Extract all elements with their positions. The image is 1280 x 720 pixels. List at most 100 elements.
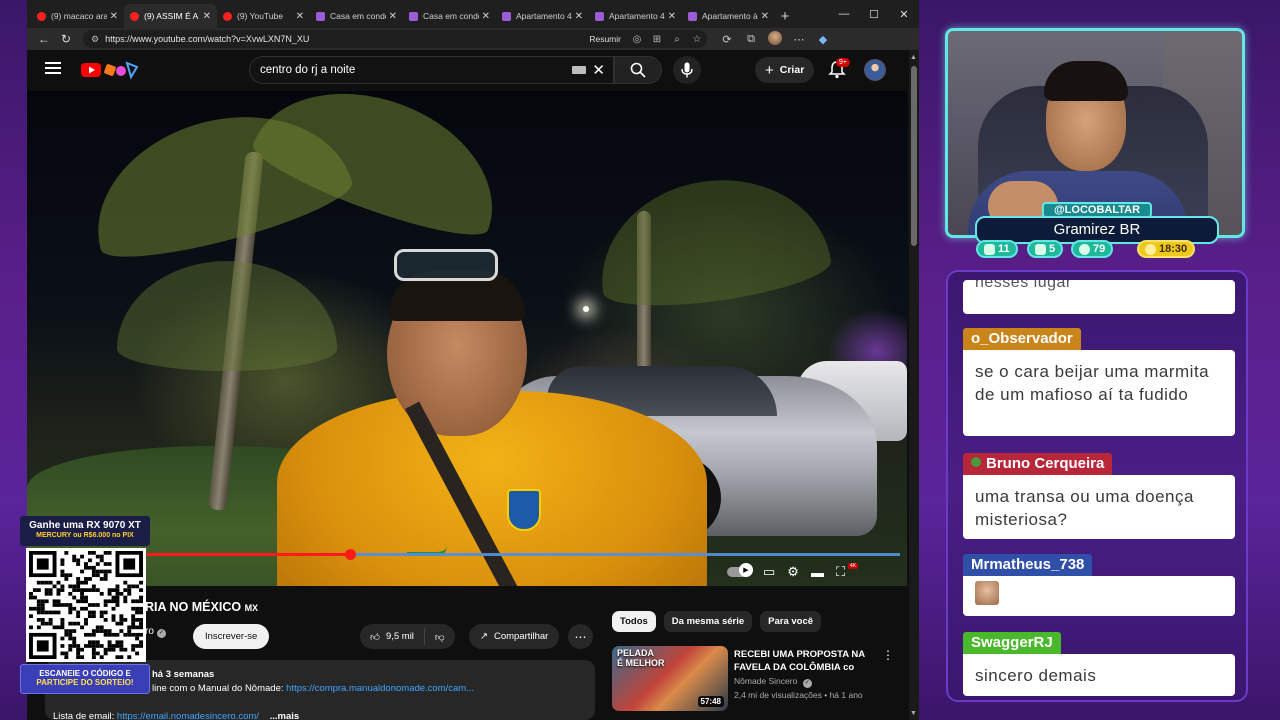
clear-search-icon[interactable]: ✕ xyxy=(592,61,605,79)
show-more-link[interactable]: ...mais xyxy=(270,711,300,720)
browser-tab[interactable]: (9) macaco aran✕ xyxy=(31,4,124,28)
tab-title: Apartamento 4 xyxy=(516,11,572,21)
description-link[interactable]: https://email.nomadesincero.com/ xyxy=(117,711,259,720)
tab-title: (9) macaco aran xyxy=(51,11,107,21)
autoplay-toggle[interactable] xyxy=(727,563,753,577)
browser-tab[interactable]: Casa em condo ✕ xyxy=(310,4,403,28)
favorite-star-icon[interactable]: ☆ xyxy=(687,34,707,45)
create-label: Criar xyxy=(779,64,805,76)
video-duration: 57:48 xyxy=(697,696,724,707)
close-tab-icon[interactable]: ✕ xyxy=(668,11,676,22)
browser-tab[interactable]: Casa em condo ✕ xyxy=(403,4,496,28)
zoom-icon[interactable]: ⌕ xyxy=(667,34,687,45)
close-tab-icon[interactable]: ✕ xyxy=(203,11,211,22)
description-link[interactable]: https://compra.manualdonomade.com/cam... xyxy=(286,683,474,694)
voice-search-button[interactable] xyxy=(673,56,701,84)
video-scene-sunglasses xyxy=(394,249,498,281)
thumbs-down-icon: 👎︎ xyxy=(434,631,445,643)
subscribe-button[interactable]: Inscrever-se xyxy=(193,624,270,649)
tab-title: (9) ASSIM É A PI xyxy=(144,11,200,21)
scroll-up-icon[interactable]: ▲ xyxy=(910,54,917,61)
reload-button[interactable]: ↻ xyxy=(55,29,77,49)
scrubber-handle[interactable] xyxy=(345,549,356,560)
theater-mode-icon[interactable]: ▬ xyxy=(811,565,824,580)
chat-username: o_Observador xyxy=(963,328,1081,350)
refresh-extension-icon[interactable]: ⟳ xyxy=(715,33,739,46)
filter-chip[interactable]: Da mesma série xyxy=(663,611,753,632)
back-button[interactable]: ← xyxy=(33,29,55,49)
thumbnail-text: PELADA É MELHOR xyxy=(617,648,665,668)
new-tab-button[interactable]: + xyxy=(775,4,795,28)
tab-strip: (9) macaco aran✕(9) ASSIM É A PI✕(9) You… xyxy=(27,0,919,28)
url-text: https://www.youtube.com/watch?v=XvwLXN7N… xyxy=(105,34,310,44)
browser-tab[interactable]: Apartamento 4 ✕ xyxy=(496,4,589,28)
tabs: (9) macaco aran✕(9) ASSIM É A PI✕(9) You… xyxy=(31,4,775,28)
copilot-icon[interactable]: ◆ xyxy=(811,33,835,46)
close-tab-icon[interactable]: ✕ xyxy=(110,11,118,22)
fullscreen-icon[interactable]: ⛶ xyxy=(836,564,845,580)
chat-username: Bruno Cerqueira xyxy=(963,453,1113,475)
browser-tab[interactable]: (9) ASSIM É A PI✕ xyxy=(124,4,217,28)
badge-icon xyxy=(971,457,981,467)
close-tab-icon[interactable]: ✕ xyxy=(296,11,304,22)
close-tab-icon[interactable]: ✕ xyxy=(389,11,397,22)
browser-tab[interactable]: Apartamento à ✕ xyxy=(682,4,775,28)
close-tab-icon[interactable]: ✕ xyxy=(482,11,490,22)
recommended-video[interactable]: PELADA É MELHOR 57:48 RECEBI UMA PROPOSTA… xyxy=(612,646,902,712)
chat-count: 11 xyxy=(998,243,1010,255)
close-tab-icon[interactable]: ✕ xyxy=(575,11,583,22)
video-progress-bar[interactable] xyxy=(27,549,900,560)
more-actions-button[interactable]: ⋯ xyxy=(568,624,593,649)
scroll-down-icon[interactable]: ▼ xyxy=(910,710,917,717)
youtube-logo[interactable] xyxy=(81,59,151,81)
thumbs-up-icon: 👍︎ xyxy=(370,631,380,643)
browser-tab[interactable]: Apartamento 4 ✕ xyxy=(589,4,682,28)
apps-icon[interactable]: ⊞ xyxy=(647,34,667,45)
chat-username: Mrmatheus_738 xyxy=(963,554,1093,576)
description-text: Lista de email: xyxy=(53,711,117,720)
maximize-button[interactable]: ☐ xyxy=(859,0,889,28)
site-info-icon[interactable]: ⚙ xyxy=(91,34,99,45)
page-scrollbar[interactable]: ▲ ▼ xyxy=(909,50,919,720)
minimize-button[interactable]: — xyxy=(829,0,859,28)
summarize-button[interactable]: Resumir xyxy=(589,34,621,44)
recommended-thumbnail[interactable]: PELADA É MELHOR 57:48 xyxy=(612,646,728,711)
scroll-thumb[interactable] xyxy=(911,66,917,246)
viewers-count: 79 xyxy=(1093,243,1106,255)
site-favicon-icon xyxy=(502,11,511,21)
keyboard-icon[interactable] xyxy=(572,66,587,74)
close-tab-icon[interactable]: ✕ xyxy=(761,11,769,22)
giveaway-promo: Ganhe uma RX 9070 XT MERCURY ou R$6.000 … xyxy=(18,516,154,694)
close-window-button[interactable]: ✕ xyxy=(889,0,919,28)
translate-icon[interactable]: ◎ xyxy=(627,34,647,45)
filter-chip[interactable]: Todos xyxy=(612,611,656,632)
chat-message: sincero demais xyxy=(963,654,1235,696)
more-menu-icon[interactable]: ⋯ xyxy=(787,33,811,46)
browser-tab[interactable]: (9) YouTube ✕ xyxy=(217,4,310,28)
promo-subtitle: MERCURY ou R$6.000 no PIX xyxy=(36,532,134,539)
promo-instruction: PARTICIPE DO SORTEIO! xyxy=(36,678,134,687)
dislike-button[interactable]: 👎︎ xyxy=(425,631,455,643)
search-button[interactable] xyxy=(614,56,662,84)
menu-icon[interactable] xyxy=(45,62,61,74)
subtitles-icon[interactable]: ▭ xyxy=(763,564,775,580)
search-input[interactable]: centro do rj a noite ✕ xyxy=(249,56,614,84)
create-button[interactable]: + Criar xyxy=(755,57,815,83)
like-button[interactable]: 👍︎ 9,5 mil xyxy=(360,628,425,645)
account-avatar[interactable] xyxy=(864,59,886,81)
url-field[interactable]: ⚙ https://www.youtube.com/watch?v=XvwLXN… xyxy=(83,30,707,48)
tab-title: (9) YouTube xyxy=(237,11,283,21)
recommended-title[interactable]: RECEBI UMA PROPOSTA NA FAVELA DA COLÔMBI… xyxy=(734,648,874,674)
settings-gear-icon[interactable]: ⚙ xyxy=(787,564,799,580)
extensions-puzzle-icon[interactable]: ⧉ xyxy=(739,33,763,46)
kebab-menu-icon[interactable]: ⋮ xyxy=(882,648,894,662)
chat-message: se o cara beijar uma marmita de um mafio… xyxy=(963,350,1235,436)
video-player[interactable] xyxy=(27,91,907,586)
share-button[interactable]: ↗ Compartilhar xyxy=(469,624,560,649)
profile-icon[interactable] xyxy=(763,30,787,48)
filter-chip[interactable]: Para você xyxy=(760,611,822,632)
recommended-channel[interactable]: Nômade Sincero ✓ xyxy=(734,676,812,688)
notification-badge: 9+ xyxy=(836,58,850,67)
promo-instruction: ESCANEIE O CÓDIGO E xyxy=(39,669,131,678)
thumbnail-text-line: PELADA xyxy=(617,648,655,658)
